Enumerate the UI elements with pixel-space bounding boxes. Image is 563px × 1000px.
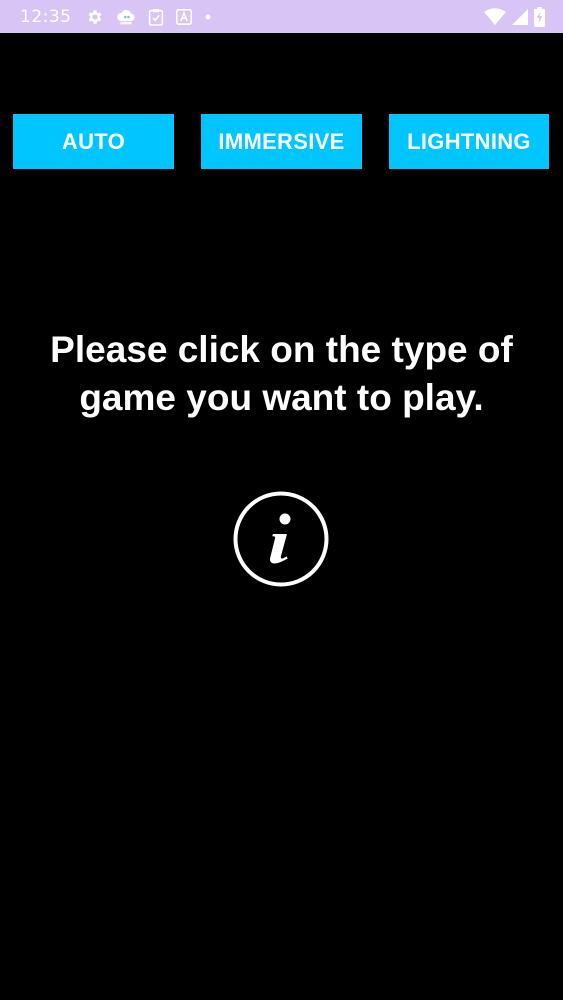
status-time: 12:35: [20, 6, 72, 27]
clipboard-check-icon: [148, 8, 164, 26]
battery-charging-icon: [534, 6, 545, 27]
signal-icon: [512, 8, 528, 25]
wifi-icon: [484, 7, 506, 26]
status-notification-icons: [86, 8, 212, 26]
immersive-button[interactable]: IMMERSIVE: [201, 114, 362, 169]
info-icon: [233, 491, 329, 587]
status-bar: 12:35: [0, 0, 563, 33]
gear-icon: [86, 8, 104, 26]
info-button[interactable]: [233, 491, 329, 587]
status-system-icons: [484, 6, 545, 27]
lightning-button[interactable]: LIGHTNING: [389, 114, 549, 169]
font-a-icon: [175, 8, 192, 25]
auto-button[interactable]: AUTO: [13, 114, 174, 169]
cloud-app-icon: [116, 8, 136, 26]
dot-icon: [204, 13, 212, 21]
instruction-text: Please click on the type of game you wan…: [50, 329, 513, 418]
